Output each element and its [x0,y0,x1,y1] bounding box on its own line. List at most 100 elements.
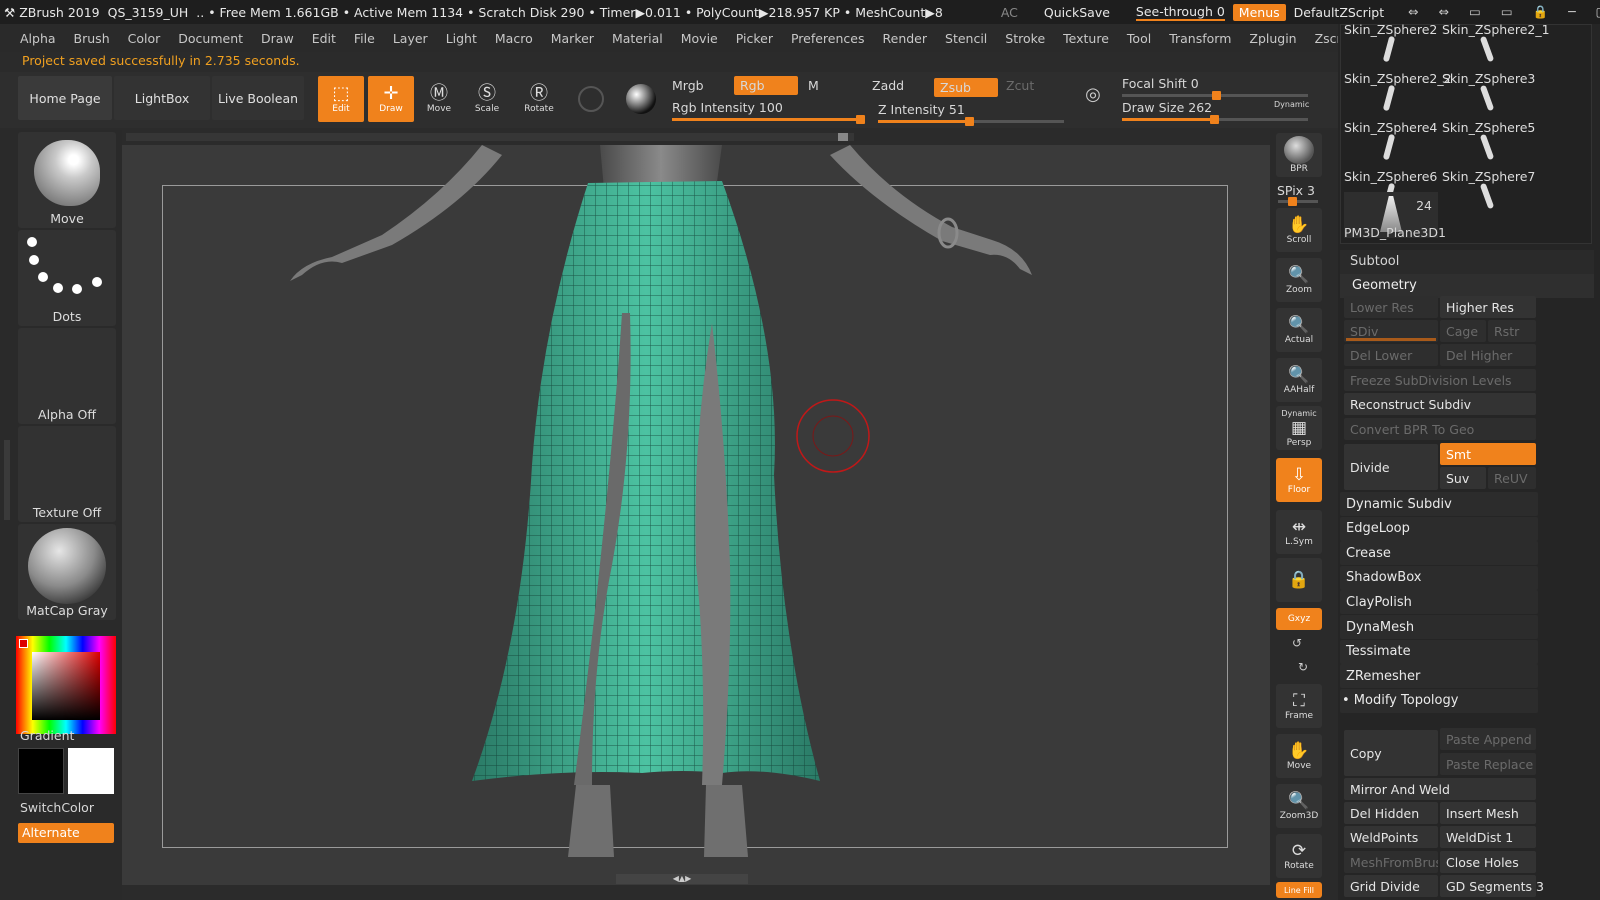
close-holes-button[interactable]: Close Holes [1440,851,1536,873]
move-view-button[interactable]: ✋ Move [1276,734,1322,778]
subtool-skin-zsphere2[interactable]: Skin_ZSphere2 [1344,22,1438,70]
draw-size-label[interactable]: Draw Size 262 [1122,100,1212,115]
brush-selector[interactable]: Move [18,132,116,228]
focal-shift-slider[interactable] [1122,91,1308,100]
zadd-button[interactable]: Zadd [872,78,904,93]
rgb-button[interactable]: Rgb [734,76,798,95]
section-modify-topology[interactable]: • Modify Topology [1340,688,1538,713]
sphere-outline-icon[interactable] [578,86,604,112]
menu-draw[interactable]: Draw [261,31,294,46]
menu-texture[interactable]: Texture [1063,31,1109,46]
paste-replace-button[interactable]: Paste Replace [1440,753,1536,775]
subtool-skin-zsphere2-1[interactable]: Skin_ZSphere2_1 [1442,22,1550,70]
paste-append-button[interactable]: Paste Append [1440,728,1536,750]
see-through-slider[interactable]: See-through 0 [1135,4,1225,21]
scale-mode-button[interactable]: Ⓢ Scale [464,76,510,122]
alpha-selector[interactable]: Alpha Off [18,328,116,424]
menu-zplugin[interactable]: Zplugin [1249,31,1296,46]
menu-file[interactable]: File [354,31,375,46]
section-zremesher[interactable]: ZRemesher [1340,664,1538,689]
frame-button[interactable]: ⛶ Frame [1276,684,1322,728]
z-rotate-icon[interactable]: ↻ [1298,660,1308,674]
material-sphere-icon[interactable] [626,84,656,114]
subtool-skin-zsphere3[interactable]: Skin_ZSphere3 [1442,71,1536,119]
menu-transform[interactable]: Transform [1169,31,1231,46]
menu-material[interactable]: Material [612,31,663,46]
section-crease[interactable]: Crease [1340,541,1538,566]
gradient-label[interactable]: Gradient [20,728,74,743]
menu-macro[interactable]: Macro [495,31,533,46]
color-marker[interactable] [19,639,28,648]
lsym-button[interactable]: ⇹ L.Sym [1276,510,1322,554]
ac-label[interactable]: AC [1001,5,1018,20]
z-intensity-label[interactable]: Z Intensity 51 [878,102,965,117]
menu-render[interactable]: Render [883,31,928,46]
welddist-slider[interactable]: WeldDist 1 [1440,826,1536,848]
zbrush-logo-icon[interactable]: ⚒ [4,5,15,20]
zoom3d-button[interactable]: 🔍 Zoom3D [1276,784,1322,828]
focal-shift-label[interactable]: Focal Shift 0 [1122,76,1199,91]
edit-mode-button[interactable]: ⬚ Edit [318,76,364,122]
menu-movie[interactable]: Movie [681,31,718,46]
draw-size-slider[interactable] [1122,115,1308,124]
menu-preferences[interactable]: Preferences [791,31,865,46]
alternate-button[interactable]: Alternate [18,823,114,843]
stroke-selector[interactable]: Dots [18,230,116,326]
texture-selector[interactable]: Texture Off [18,426,116,522]
reuv-toggle[interactable]: ReUV [1488,467,1536,489]
subtool-skin-zsphere7[interactable]: Skin_ZSphere7 [1442,169,1536,217]
actual-button[interactable]: 🔍 Actual [1276,308,1322,352]
subtool-skin-zsphere4[interactable]: Skin_ZSphere4 [1344,120,1438,168]
insert-mesh-button[interactable]: Insert Mesh [1440,802,1536,824]
lightbox-button[interactable]: LightBox [114,76,210,120]
zoom-button[interactable]: 🔍 Zoom [1276,258,1322,302]
rgb-intensity-slider[interactable] [672,115,865,124]
rotate-mode-button[interactable]: Ⓡ Rotate [516,76,562,122]
m-button[interactable]: M [808,78,819,93]
home-page-button[interactable]: Home Page [18,76,112,120]
section-edgeloop[interactable]: EdgeLoop [1340,516,1538,541]
menus-toggle[interactable]: Menus [1232,3,1286,21]
cage-button[interactable]: Cage [1440,320,1486,342]
plane-subtool-thumb[interactable]: 24 PM3D_Plane3D1 [1344,192,1446,240]
color-picker[interactable] [16,636,116,734]
rotate-view-button[interactable]: ⟳ Rotate [1276,834,1322,878]
bpr-button[interactable]: BPR [1276,133,1322,177]
menu-color[interactable]: Color [128,31,161,46]
subtool-section-header[interactable]: Subtool [1340,250,1594,274]
xyz-rotate-button[interactable]: Gxyz [1276,608,1322,630]
menu-brush[interactable]: Brush [74,31,110,46]
persp-button[interactable]: Dynamic ▦ Persp [1276,406,1322,450]
lock-button[interactable]: 🔒 [1276,558,1322,602]
section-dynamesh[interactable]: DynaMesh [1340,615,1538,639]
secondary-color-swatch[interactable] [68,748,114,794]
convert-bpr-button[interactable]: Convert BPR To Geo [1344,418,1536,440]
viewport-scroll-track[interactable] [126,133,854,141]
divide-button[interactable]: Divide [1344,444,1438,490]
zcut-button[interactable]: Zcut [1006,78,1034,93]
reconstruct-subdiv-button[interactable]: Reconstruct Subdiv [1344,393,1536,415]
higher-res-button[interactable]: Higher Res [1440,296,1536,318]
gd-segments-slider[interactable]: GD Segments 3 [1440,875,1544,897]
default-zscript-button[interactable]: DefaultZScript [1294,5,1385,20]
mrgb-button[interactable]: Mrgb [672,78,704,93]
menu-stencil[interactable]: Stencil [945,31,987,46]
del-higher-button[interactable]: Del Higher [1440,344,1536,366]
subtool-skin-zsphere5[interactable]: Skin_ZSphere5 [1442,120,1536,168]
rstr-button[interactable]: Rstr [1488,320,1536,342]
zsub-button[interactable]: Zsub [934,78,998,97]
copy-button[interactable]: Copy [1344,730,1438,776]
section-shadowbox[interactable]: ShadowBox [1340,565,1538,590]
z-intensity-slider[interactable] [878,117,1064,126]
mirror-and-weld-button[interactable]: Mirror And Weld [1344,778,1536,800]
section-tessimate[interactable]: Tessimate [1340,639,1538,664]
spix-slider[interactable] [1278,197,1318,206]
dynamic-toggle[interactable]: Dynamic [1274,100,1309,109]
floor-button[interactable]: ⇩ Floor [1276,458,1322,502]
y-rotate-icon[interactable]: ↺ [1292,636,1302,650]
main-color-swatch[interactable] [18,748,64,794]
weldpoints-button[interactable]: WeldPoints [1344,826,1438,848]
section-dynamic-subdiv[interactable]: Dynamic Subdiv [1340,492,1538,516]
freeze-subdivision-button[interactable]: Freeze SubDivision Levels [1344,369,1536,391]
menu-tool[interactable]: Tool [1127,31,1151,46]
